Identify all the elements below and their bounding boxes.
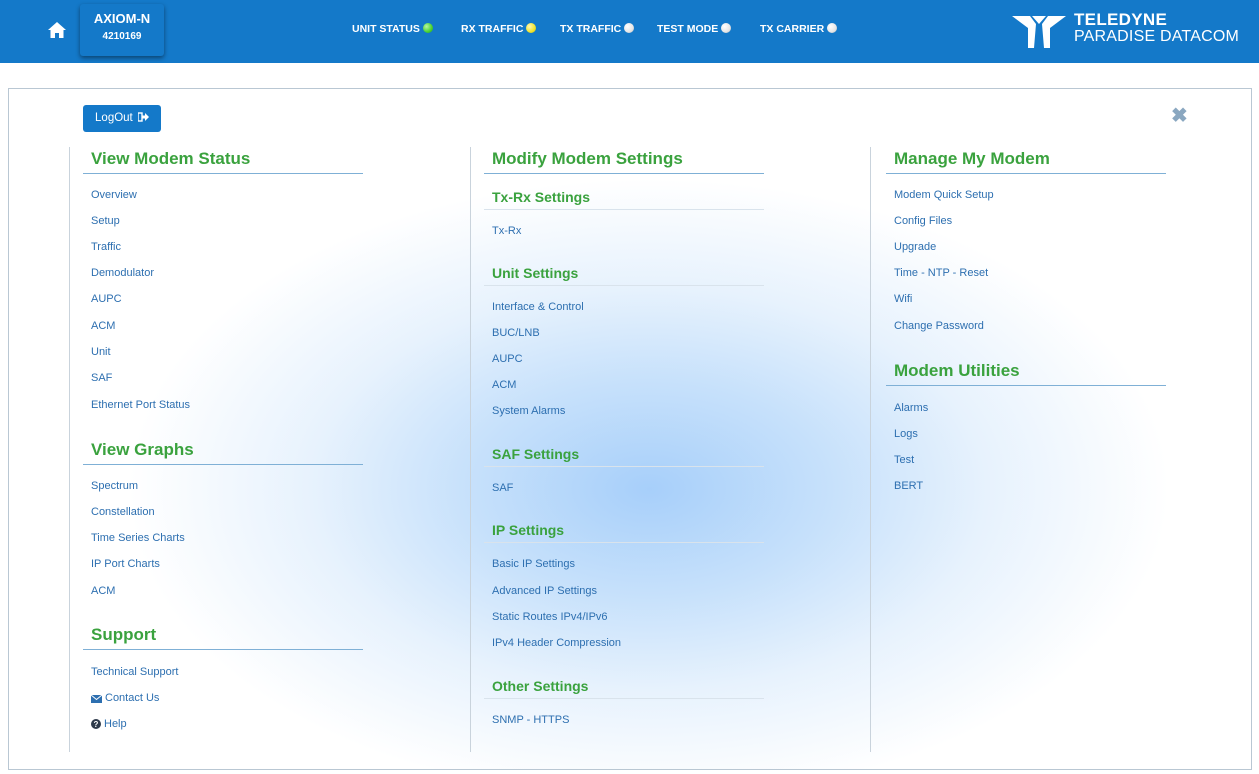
menu-link-test[interactable]: Test (894, 454, 914, 466)
device-serial: 4210169 (102, 31, 142, 42)
subsection-underline (484, 542, 764, 543)
menu-link-unit-aupc[interactable]: AUPC (492, 353, 523, 365)
logout-label: LogOut (95, 112, 133, 124)
column-divider (470, 147, 471, 752)
menu-link-modem-quick-setup[interactable]: Modem Quick Setup (894, 189, 994, 201)
menu-link-unit[interactable]: Unit (91, 346, 111, 358)
section-title-manage-my-modem: Manage My Modem (894, 149, 1050, 168)
subsection-title-tx-rx-settings: Tx-Rx Settings (492, 189, 591, 205)
menu-link-aupc[interactable]: AUPC (91, 293, 122, 305)
menu-link-help[interactable]: ? Help (91, 718, 127, 730)
section-underline (886, 173, 1166, 174)
menu-link-config-files[interactable]: Config Files (894, 215, 952, 227)
menu-link-basic-ip-settings[interactable]: Basic IP Settings (492, 558, 575, 570)
menu-link-spectrum[interactable]: Spectrum (91, 480, 138, 492)
status-led-icon (422, 23, 433, 33)
menu-link-ethernet-port-status[interactable]: Ethernet Port Status (91, 399, 190, 411)
status-led-icon (827, 23, 838, 33)
section-title-modem-utilities: Modem Utilities (894, 361, 1020, 380)
menu-link-traffic[interactable]: Traffic (91, 241, 121, 253)
menu-link-technical-support[interactable]: Technical Support (91, 666, 178, 678)
menu-link-static-routes[interactable]: Static Routes IPv4/IPv6 (492, 611, 608, 623)
indicator-rx-traffic: RX TRAFFIC (461, 23, 537, 35)
section-underline (83, 173, 363, 174)
menu-link-change-password[interactable]: Change Password (894, 320, 984, 332)
help-label: Help (104, 718, 127, 730)
device-name: AXIOM-N (93, 11, 151, 26)
indicator-test-mode: TEST MODE (657, 23, 732, 35)
question-circle-icon: ? (91, 719, 101, 729)
menu-link-time-series-charts[interactable]: Time Series Charts (91, 532, 185, 544)
indicator-label: RX TRAFFIC (461, 23, 524, 35)
main-menu-panel: LogOut ✖ View Modem Status Overview Setu… (8, 88, 1252, 770)
envelope-icon (90, 694, 103, 703)
menu-link-contact-us[interactable]: Contact Us (90, 692, 160, 704)
column-divider (69, 147, 70, 752)
device-selector[interactable]: AXIOM-N 4210169 (80, 4, 164, 56)
contact-us-label: Contact Us (105, 692, 160, 704)
menu-link-graph-acm[interactable]: ACM (91, 585, 115, 597)
subsection-underline (484, 466, 764, 467)
section-title-modify-modem-settings: Modify Modem Settings (492, 149, 683, 168)
indicator-label: TEST MODE (657, 23, 719, 35)
menu-link-unit-acm[interactable]: ACM (492, 379, 516, 391)
menu-link-interface-control[interactable]: Interface & Control (492, 301, 584, 313)
teledyne-logo: TELEDYNE PARADISE DATACOM (1010, 10, 1250, 52)
logout-button[interactable]: LogOut (83, 105, 161, 132)
indicator-label: UNIT STATUS (352, 23, 420, 35)
menu-link-tx-rx[interactable]: Tx-Rx (492, 225, 521, 237)
menu-link-advanced-ip-settings[interactable]: Advanced IP Settings (492, 585, 597, 597)
menu-link-logs[interactable]: Logs (894, 428, 918, 440)
menu-link-bert[interactable]: BERT (894, 480, 923, 492)
menu-link-alarms[interactable]: Alarms (894, 402, 928, 414)
section-underline (484, 173, 764, 174)
column-divider (870, 147, 871, 752)
menu-link-saf-settings[interactable]: SAF (492, 482, 513, 494)
menu-link-system-alarms[interactable]: System Alarms (492, 405, 565, 417)
logout-icon (137, 112, 149, 122)
section-title-view-modem-status: View Modem Status (91, 149, 251, 168)
logo-line2: PARADISE DATACOM (1074, 28, 1239, 45)
indicator-tx-carrier: TX CARRIER (760, 23, 838, 35)
logo-line1: TELEDYNE (1074, 10, 1168, 29)
subsection-title-ip-settings: IP Settings (492, 522, 565, 538)
section-underline (83, 649, 363, 650)
close-icon[interactable]: ✖ (1171, 106, 1188, 126)
section-title-view-graphs: View Graphs (91, 440, 194, 459)
menu-link-saf[interactable]: SAF (91, 372, 112, 384)
menu-link-constellation[interactable]: Constellation (91, 506, 155, 518)
menu-link-demodulator[interactable]: Demodulator (91, 267, 154, 279)
section-title-support: Support (91, 625, 157, 644)
menu-link-setup[interactable]: Setup (91, 215, 120, 227)
status-led-icon (526, 23, 537, 33)
status-led-icon (624, 23, 635, 33)
menu-link-time-ntp-reset[interactable]: Time - NTP - Reset (894, 267, 988, 279)
subsection-underline (484, 285, 764, 286)
menu-link-upgrade[interactable]: Upgrade (894, 241, 936, 253)
subsection-title-other-settings: Other Settings (492, 678, 589, 694)
section-underline (886, 385, 1166, 386)
menu-link-snmp-https[interactable]: SNMP - HTTPS (492, 714, 569, 726)
subsection-title-saf-settings: SAF Settings (492, 446, 580, 462)
section-underline (83, 464, 363, 465)
indicator-label: TX TRAFFIC (560, 23, 622, 35)
status-led-icon (721, 23, 732, 33)
home-icon[interactable] (46, 20, 68, 40)
menu-link-acm[interactable]: ACM (91, 320, 115, 332)
menu-link-ip-port-charts[interactable]: IP Port Charts (91, 558, 160, 570)
menu-link-overview[interactable]: Overview (91, 189, 137, 201)
subsection-underline (484, 698, 764, 699)
indicator-tx-traffic: TX TRAFFIC (560, 23, 635, 35)
menu-link-ipv4-header-compression[interactable]: IPv4 Header Compression (492, 637, 621, 649)
svg-text:?: ? (94, 720, 99, 729)
indicator-label: TX CARRIER (760, 23, 825, 35)
menu-link-wifi[interactable]: Wifi (894, 293, 912, 305)
indicator-unit-status: UNIT STATUS (352, 23, 433, 35)
subsection-underline (484, 209, 764, 210)
menu-link-buc-lnb[interactable]: BUC/LNB (492, 327, 540, 339)
top-nav-bar: AXIOM-N 4210169 UNIT STATUS RX TRAFFIC T… (0, 0, 1259, 63)
subsection-title-unit-settings: Unit Settings (492, 265, 579, 281)
